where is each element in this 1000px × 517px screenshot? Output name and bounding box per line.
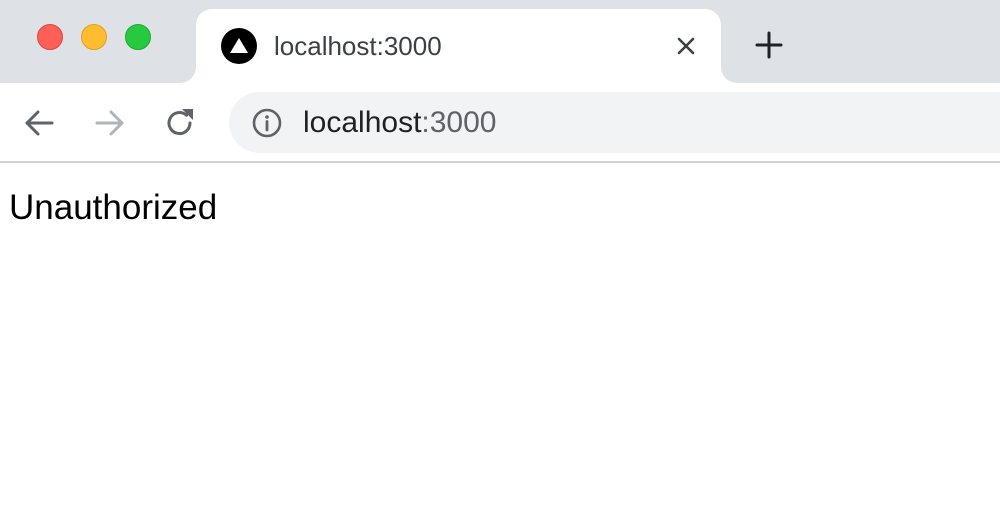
nextjs-triangle-icon <box>221 28 257 64</box>
address-bar[interactable]: localhost:3000 <box>229 92 1000 153</box>
window-maximize-button[interactable] <box>125 24 151 50</box>
browser-toolbar: localhost:3000 <box>0 83 1000 162</box>
url-port: :3000 <box>421 106 497 139</box>
unauthorized-message: Unauthorized <box>9 188 218 227</box>
url-text[interactable]: localhost:3000 <box>303 104 496 142</box>
window-minimize-button[interactable] <box>81 24 107 50</box>
arrow-left-icon[interactable] <box>21 105 57 141</box>
tab-strip: localhost:3000 <box>0 0 1000 83</box>
tab-title: localhost:3000 <box>274 31 442 61</box>
close-icon[interactable] <box>672 32 700 60</box>
plus-icon[interactable] <box>753 29 785 61</box>
reload-icon[interactable] <box>162 105 198 141</box>
arrow-right-icon[interactable] <box>92 105 128 141</box>
info-icon[interactable] <box>251 107 283 139</box>
window-close-button[interactable] <box>37 24 63 50</box>
browser-window: localhost:3000 localhost:3000 Unauthoriz… <box>0 0 1000 517</box>
page-content: Unauthorized <box>0 163 1000 517</box>
browser-tab[interactable]: localhost:3000 <box>196 9 721 83</box>
url-host: localhost <box>303 106 422 139</box>
